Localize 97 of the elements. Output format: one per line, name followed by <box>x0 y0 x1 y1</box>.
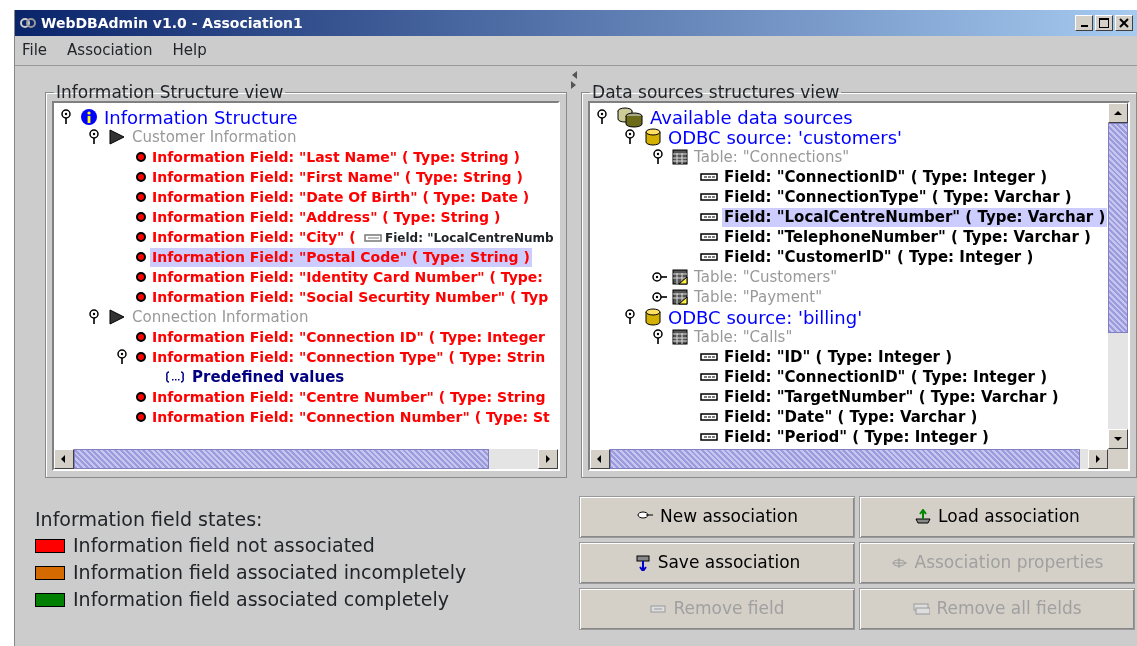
info-icon <box>80 108 98 126</box>
bullet-icon <box>136 192 146 202</box>
legend-label: Information field associated incompletely <box>73 560 467 585</box>
table-note-icon <box>672 289 689 305</box>
crossed-ring-icon <box>890 555 909 571</box>
braces-icon <box>164 371 186 383</box>
close-button[interactable] <box>1115 15 1133 31</box>
maximize-icon <box>1099 18 1109 28</box>
tree-item[interactable]: Field: "Date" ( Type: Varchar ) <box>722 407 980 427</box>
bullet-icon <box>136 272 146 282</box>
scroll-up-button[interactable] <box>1108 103 1128 123</box>
field-icon <box>700 212 719 222</box>
scrollbar-corner <box>1108 449 1128 469</box>
collapse-handle-icon[interactable] <box>652 269 669 285</box>
field-icon <box>700 412 719 422</box>
tree-item[interactable]: Information Field: "Connection Number" ( Type: St <box>150 407 552 427</box>
menu-item[interactable]: Association <box>66 39 154 62</box>
panel-title: Information Structure view <box>55 84 285 101</box>
tree-item[interactable]: Field: "ID" ( Type: Integer ) <box>722 347 955 367</box>
legend-label: Information field associated completely <box>73 587 449 612</box>
tree-item[interactable]: Field: "LocalCentreNumber" ( Type: Varchar ) <box>722 207 1108 227</box>
databases-icon <box>616 106 645 128</box>
field-icon <box>700 232 719 242</box>
window-title: WebDBAdmin v1.0 - Association1 <box>41 13 303 33</box>
action-button[interactable]: New association <box>579 496 855 538</box>
minimize-button[interactable] <box>1075 15 1093 31</box>
tree-item[interactable]: Information Field: "Address" ( Type: String ) <box>150 207 503 227</box>
field-icon <box>700 192 719 202</box>
collapse-left-icon[interactable] <box>570 70 579 80</box>
tree-item[interactable]: Field: "Period" ( Type: Integer ) <box>722 427 991 447</box>
scroll-right-button[interactable] <box>1088 449 1108 469</box>
tree-item[interactable]: Field: "ConnectionID" ( Type: Integer ) <box>722 367 1050 387</box>
table-note-icon <box>672 269 689 285</box>
minimize-icon <box>1080 25 1088 27</box>
bullet-icon <box>136 352 146 362</box>
tree-item[interactable]: Available data sources <box>648 107 855 127</box>
action-button[interactable]: Load association <box>859 496 1135 538</box>
legend-label: Information field not associated <box>73 533 375 558</box>
tree-item[interactable]: Information Field: "Connection ID" ( Type: Integer <box>150 327 547 347</box>
drag-preview-text: Field: "LocalCentreNumb <box>385 230 554 247</box>
tree-item[interactable]: Information Field: "Connection Type" ( Type: Strin <box>150 347 548 367</box>
bullet-icon <box>136 172 146 182</box>
tree-item[interactable]: Field: "ConnectionType" ( Type: Varchar ) <box>722 187 1074 207</box>
tree-item[interactable]: Information Field: "First Name" ( Type: String ) <box>150 167 525 187</box>
database-icon <box>644 308 663 326</box>
field-icon <box>700 392 719 402</box>
tree-item[interactable]: Predefined values <box>190 367 347 387</box>
table-icon <box>672 329 689 345</box>
scrollbar-thumb[interactable] <box>610 449 1081 469</box>
tree-item[interactable]: Information Field: "City" ( <box>150 227 358 247</box>
tree-item[interactable]: ODBC source: 'customers' <box>666 127 904 147</box>
scroll-left-button[interactable] <box>590 449 611 469</box>
tree-item[interactable]: Information Field: "Date Of Birth" ( Type: Date ) <box>150 187 532 207</box>
action-button[interactable]: Save association <box>579 542 855 584</box>
triangle-icon <box>108 309 126 325</box>
tree-item[interactable]: Information Field: "Social Securtity Number" ( Typ <box>150 287 551 307</box>
legend-title: Information field states: <box>35 507 264 532</box>
scrollbar-thumb[interactable] <box>74 449 489 469</box>
field-icon <box>700 432 719 442</box>
field-icon <box>700 352 719 362</box>
menu-item[interactable]: File <box>21 39 49 62</box>
field-icon <box>700 372 719 382</box>
tree-item[interactable]: Information Field: "Centre Number" ( Type: String <box>150 387 548 407</box>
scroll-right-button[interactable] <box>538 449 559 469</box>
bullet-icon <box>136 412 146 422</box>
scroll-down-button[interactable] <box>1108 429 1128 449</box>
tree-item[interactable]: Field: "TargetNumber" ( Type: Varchar ) <box>722 387 1061 407</box>
tree-item[interactable]: Information Field: "Last Name" ( Type: String ) <box>150 147 522 167</box>
bullet-icon <box>136 152 146 162</box>
download-arrow-icon <box>633 555 652 571</box>
menu-item[interactable]: Help <box>171 39 208 62</box>
collapse-handle-icon[interactable] <box>652 289 669 305</box>
scroll-left-button[interactable] <box>54 449 74 469</box>
tree-item[interactable]: Information Field: "Identity Card Number" ( Type: <box>150 267 545 287</box>
table-icon <box>672 149 689 165</box>
maximize-button[interactable] <box>1095 15 1113 31</box>
bullet-icon <box>136 292 146 302</box>
scrollbar-thumb[interactable] <box>1108 123 1128 333</box>
tree-item[interactable]: Information Structure <box>102 107 300 127</box>
tree-item[interactable]: ODBC source: 'billing' <box>666 307 865 327</box>
panel-title: Data sources structures view <box>591 84 841 101</box>
tree-item[interactable]: Field: "ConnectionID" ( Type: Integer ) <box>722 167 1050 187</box>
close-icon <box>1119 18 1129 28</box>
triangle-icon <box>108 129 126 145</box>
tree-item[interactable]: Field: "TelephoneNumber" ( Type: Varchar ) <box>722 227 1093 247</box>
app-icon <box>19 15 37 31</box>
field-icon <box>700 172 719 182</box>
bullet-icon <box>136 252 146 262</box>
bullet-icon <box>136 212 146 222</box>
bullet-icon <box>136 392 146 402</box>
database-icon <box>644 128 663 146</box>
bullet-icon <box>136 232 146 242</box>
bullet-icon <box>136 332 146 342</box>
field-icon <box>700 252 719 262</box>
tree-item[interactable]: Field: "CustomerID" ( Type: Integer ) <box>722 247 1036 267</box>
upload-arrow-icon <box>914 509 933 525</box>
fields-icon <box>912 601 931 617</box>
